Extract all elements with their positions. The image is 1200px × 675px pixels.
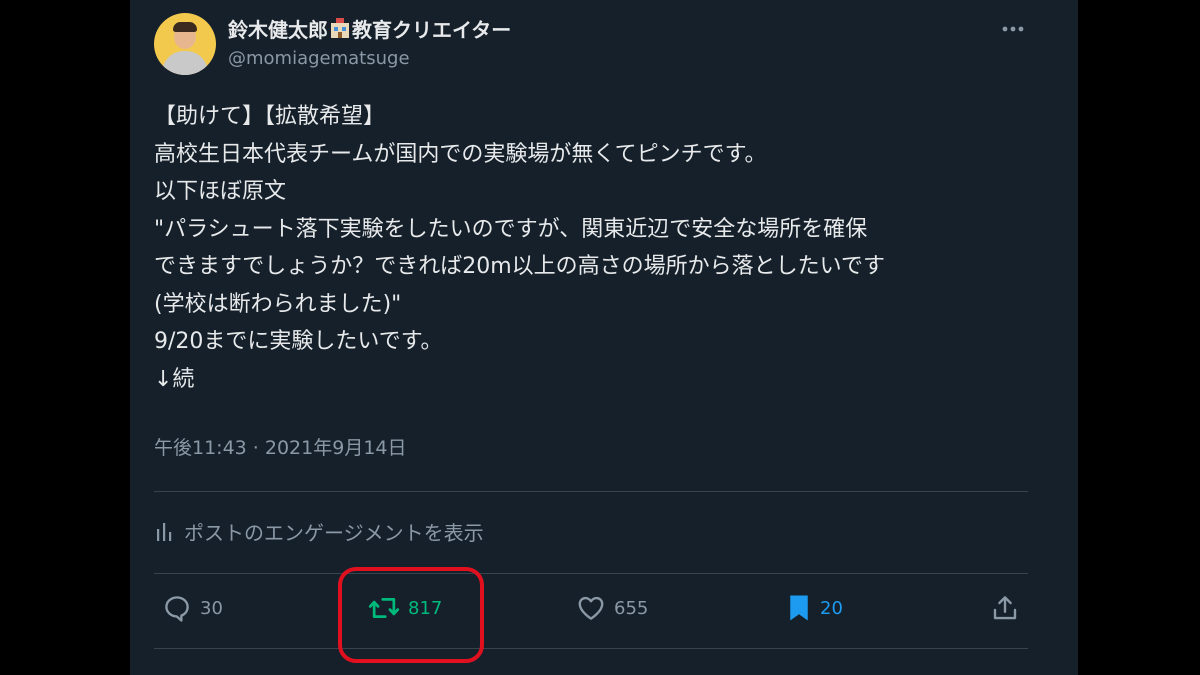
tweet-line: "パラシュート落下実験をしたいのですが、関東近辺で安全な場所を確保 (154, 216, 868, 242)
tweet-line: 【助けて】【拡散希望】 (154, 104, 386, 129)
tweet-line: 高校生日本代表チームが国内での実験場が無くてピンチです。 (154, 141, 767, 167)
share-button[interactable] (990, 593, 1020, 623)
tweet-line: できますでしょうか？できれば20m以上の高さの場所から落としたいです (154, 254, 885, 279)
school-emoji-icon (329, 17, 351, 39)
divider (154, 573, 1028, 574)
author-name-row[interactable]: 鈴木健太郎 教育クリエイター (228, 13, 511, 43)
reply-button[interactable]: 30 (162, 593, 223, 623)
tweet-text: 【助けて】【拡散希望】 高校生日本代表チームが国内での実験場が無くてピンチです。… (154, 98, 1054, 398)
bookmark-icon (790, 595, 808, 621)
display-name-part2[interactable]: 教育クリエイター (352, 14, 511, 43)
engagement-label: ポストのエンゲージメントを表示 (184, 521, 484, 545)
like-count: 655 (614, 597, 649, 619)
reply-icon (165, 596, 189, 622)
analytics-icon (157, 522, 172, 541)
like-button[interactable]: 655 (576, 593, 648, 623)
tweet-line: 9/20までに実験したいです。 (154, 329, 443, 354)
divider (154, 491, 1028, 492)
tweet-timestamp[interactable]: 午後11:43 · 2021年9月14日 (154, 433, 407, 460)
more-options-button[interactable] (998, 14, 1028, 44)
tweet-card: 鈴木健太郎 教育クリエイター @momiagematsuge 【助けて】【拡散希… (130, 0, 1078, 675)
bookmark-count: 20 (820, 597, 843, 619)
reply-count: 30 (200, 597, 223, 619)
author-handle[interactable]: @momiagematsuge (228, 48, 410, 69)
repost-highlight-annotation (338, 567, 484, 663)
tweet-line: (学校は断わられました)" (154, 291, 402, 317)
tweet-line: 以下ほぼ原文 (154, 179, 287, 204)
heart-icon (578, 596, 604, 620)
display-name-part1[interactable]: 鈴木健太郎 (228, 14, 328, 43)
bookmark-button[interactable]: 20 (786, 593, 843, 623)
share-icon (993, 596, 1017, 620)
more-dots-icon (1002, 26, 1024, 32)
view-engagement-link[interactable]: ポストのエンゲージメントを表示 (154, 517, 484, 546)
avatar[interactable] (154, 13, 216, 75)
tweet-line: ↓続 (154, 366, 195, 392)
divider (154, 648, 1028, 649)
